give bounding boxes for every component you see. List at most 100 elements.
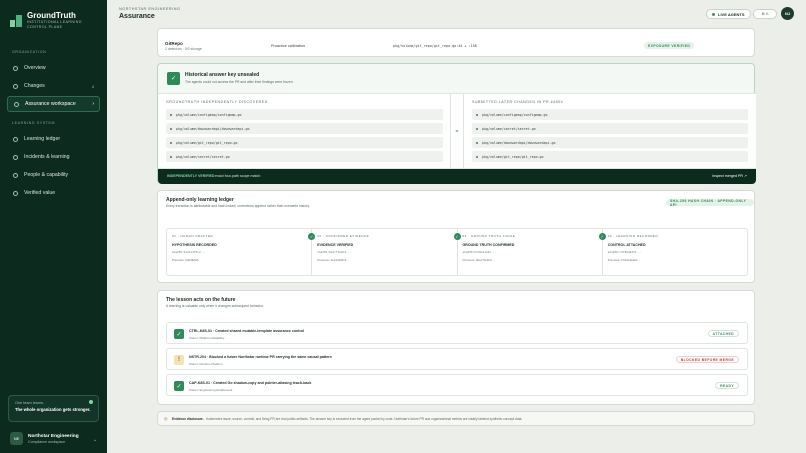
live-dot-icon [712,12,715,16]
historical-answer-card: ✓ Historical answer key unsealed The age… [157,63,756,184]
step-title: GROUND TRUTH CONFIRMED [462,243,515,247]
step-prev: Previous: 9a1c7fe2b4... [462,258,495,262]
step-prev: Previous: 4e21d4f6c2... [317,258,349,262]
left-path-row: pkg/volume/downwardapi/downwardapi.go [166,123,443,134]
brand-logo-icon [10,15,22,27]
path-text: pkg/volume/downwardapi/downwardapi.go [176,126,250,131]
step-num: 03 [462,234,467,238]
sidebar-item-assurance[interactable]: Assurance workspace › [7,96,100,112]
lesson-item[interactable]: ! NSTR-204 · Blocked a future Northstar … [166,348,748,370]
bullet-icon [170,127,172,130]
step-hash: sha256:4e21d4f6c2... [172,250,206,254]
comparison-panel: GROUNDTRUTH INDEPENDENTLY DISCOVERED pkg… [158,93,756,170]
promo-dot-icon [89,400,93,404]
step-hash: sha256:b7d0e11a9c... [462,250,497,254]
bullet-icon [476,113,478,116]
repo-meta: 2 detectors · 0/0 storage [165,47,202,51]
live-agents-button[interactable]: LIVE AGENTS [706,9,751,19]
step-hash: sha256:9a1c7fe2b4... [317,250,351,254]
command-shortcut[interactable]: ⌘ K [753,9,777,19]
historical-footer: INDEPENDENTLY VERIFIED exact four-path s… [158,169,756,184]
ledger-icon [13,136,18,142]
bullet-icon [170,113,172,116]
sidebar-item-label: Learning ledger [24,136,61,142]
sidebar-item-value[interactable]: Verified value [7,185,100,201]
sidebar-item-incidents[interactable]: Incidents & learning [7,149,100,165]
step-num: 04 [607,234,613,238]
sidebar-item-label: Incidents & learning [24,154,70,160]
left-path-row: pkg/volume/secret/secret.go [166,151,443,162]
link-check-icon: ✓ [453,233,461,240]
sidebar-item-people[interactable]: People & capability [7,167,100,183]
exposure-verified-badge: EXPOSURE VERIFIED [644,42,695,49]
ledger-step[interactable]: 01 · HUMAN DRAFTED HYPOTHESIS RECORDED s… [167,229,316,275]
page-title: Assurance [119,13,155,20]
bullet-icon [170,141,172,144]
step-prev: Previous: b7d0e11a9c... [607,258,640,262]
lesson-item-title: NSTR-204 · Blocked a future Northstar ru… [189,355,332,359]
workspace-avatar: NE [10,432,23,445]
workspace-switcher[interactable]: NE Northstar Engineering Compliance work… [10,432,79,445]
lesson-item-owner: Owner: Platform Reliability [189,336,225,340]
sidebar: GroundTruth INSTITUTIONAL LEARNING CONTR… [0,0,107,453]
lesson-item[interactable]: ✓ CTRL-K8S-01 · Created shared mutable-t… [166,322,748,344]
hash-chain-badge: SHA-256 HASH CHAIN · APPEND-ONLY API [666,199,754,207]
path-text: pkg/volume/downwardapi/downwardapi.go [482,140,556,145]
link-check-icon: ✓ [598,233,606,240]
ledger-step[interactable]: 02 · CONFIRMED EVIDENCE EVIDENCE VERIFIE… [312,229,461,275]
path-text: pkg/volume/configmap/configmap.go [482,112,548,117]
avatar[interactable]: NJ [781,7,794,20]
chevron-down-icon[interactable]: ⌄ [93,437,97,443]
lesson-item-owner: Owner: Runtime Platform [189,362,223,366]
bullet-icon [476,141,478,144]
topbar: NORTHSTAR ENGINEERING Assurance LIVE AGE… [107,0,806,28]
right-path-row: pkg/volume/git_repo/git_repo.go [472,151,748,162]
lesson-item-title: CTRL-K8S-01 · Created shared mutable-tem… [189,329,305,333]
sidebar-item-overview[interactable]: Overview [7,60,100,76]
step-title: HYPOTHESIS RECORDED [172,243,217,247]
path-text: pkg/volume/secret/secret.go [482,126,536,131]
step-hash: sha256:c5f82a6d31... [607,250,642,254]
promo-text: The whole organization gets stronger. [15,407,91,412]
brand-subtitle: INSTITUTIONAL LEARNING CONTROL PLANE [27,20,82,29]
right-path-row: pkg/volume/configmap/configmap.go [472,109,748,120]
step-kind: HUMAN DRAFTED [180,234,214,238]
breadcrumb: NORTHSTAR ENGINEERING [119,7,181,11]
path-text: pkg/volume/git_repo/git_repo.go [482,154,544,159]
ledger-step[interactable]: 04 · LEARNING RECORDED CONTROL ATTACHED … [603,229,747,275]
path-text: pkg/volume/git_repo/git_repo.go [176,140,238,145]
home-icon [13,65,18,71]
workspace-name: Northstar Engineering [28,433,79,439]
lesson-item[interactable]: ✓ CAP-K8S-01 · Created Go shadow-copy an… [166,374,748,396]
value-icon [13,190,18,196]
check-icon: ✓ [174,329,184,339]
check-icon: ✓ [167,72,180,85]
step-kind: LEARNING RECORDED [616,234,659,238]
info-icon: ◎ [164,416,168,421]
ledger-title: Append-only learning ledger [166,197,234,203]
brand: GroundTruth INSTITUTIONAL LEARNING CONTR… [10,11,87,29]
repo-card: GitRepo 2 detectors · 0/0 storage Proact… [157,28,755,57]
step-kind: CONFIRMED EVIDENCE [325,234,370,238]
check-icon: ✓ [174,381,184,391]
historical-sub: The agents could not access the PR and a… [185,80,294,84]
step-num: 01 [172,234,177,238]
chevron-right-icon: › [92,101,94,107]
nav-section-learning: LEARNING SYSTEM [12,121,56,125]
live-agents-label: LIVE AGENTS [718,11,745,17]
inspect-pr-link[interactable]: Inspect merged PR ↗ [712,174,747,178]
repo-path: pkg/volume/git_repo/git_repo.go:44 + :15… [393,44,477,48]
incident-icon [13,154,18,160]
sidebar-item-changes[interactable]: Changes 4 [7,78,100,94]
ledger-step[interactable]: 03 · GROUND TRUTH JUDGE GROUND TRUTH CON… [458,229,606,275]
left-path-row: pkg/volume/git_repo/git_repo.go [166,137,443,148]
promo-card: One team learns. The whole organization … [8,395,99,422]
right-label: SUBMITTED LATER CHANGED IN PR #4804 [472,100,564,104]
historical-title: Historical answer key unsealed [185,72,260,78]
lesson-item-owner: Owner: Engineering Enablement [189,388,233,392]
sidebar-item-label: Changes [24,83,45,89]
disclosure-text: Kubernetes issue, source, commit, and fi… [206,417,523,421]
changes-icon [13,83,18,89]
sidebar-item-ledger[interactable]: Learning ledger [7,131,100,147]
bullet-icon [170,155,172,158]
